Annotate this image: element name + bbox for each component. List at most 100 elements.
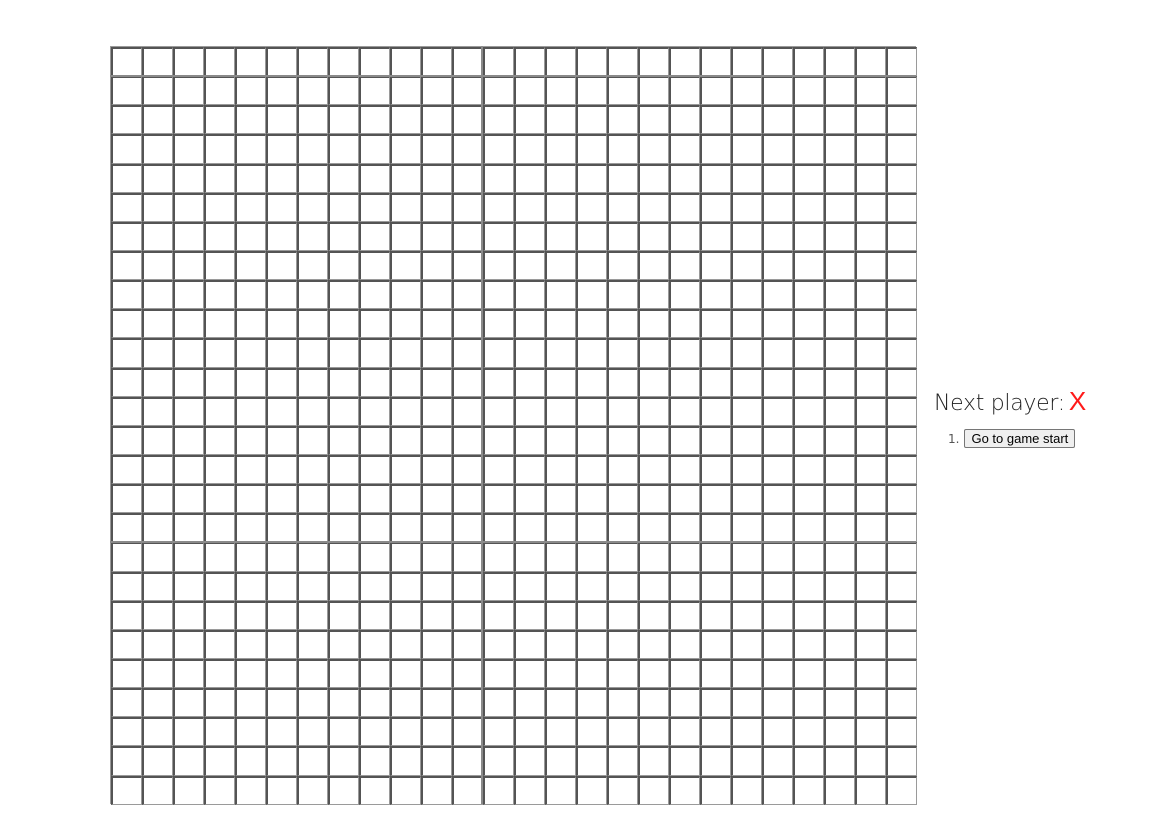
board-square[interactable]: [359, 221, 390, 251]
board-square[interactable]: [855, 309, 886, 339]
board-square[interactable]: [731, 338, 762, 368]
board-square[interactable]: [266, 47, 297, 77]
board-square[interactable]: [359, 717, 390, 747]
board-square[interactable]: [111, 309, 142, 339]
board-square[interactable]: [483, 47, 514, 77]
board-square[interactable]: [824, 717, 855, 747]
board-square[interactable]: [855, 367, 886, 397]
board-square[interactable]: [142, 717, 173, 747]
board-square[interactable]: [824, 338, 855, 368]
board-square[interactable]: [142, 746, 173, 776]
board-square[interactable]: [452, 134, 483, 164]
board-square[interactable]: [793, 280, 824, 310]
board-square[interactable]: [545, 338, 576, 368]
board-square[interactable]: [545, 280, 576, 310]
board-square[interactable]: [638, 192, 669, 222]
board-square[interactable]: [452, 309, 483, 339]
board-square[interactable]: [483, 454, 514, 485]
board-square[interactable]: [142, 367, 173, 397]
board-square[interactable]: [297, 280, 328, 310]
board-square[interactable]: [669, 542, 700, 572]
board-square[interactable]: [669, 717, 700, 747]
board-square[interactable]: [855, 484, 886, 514]
board-square[interactable]: [390, 600, 421, 630]
board-square[interactable]: [545, 746, 576, 776]
board-square[interactable]: [297, 629, 328, 659]
board-square[interactable]: [855, 542, 886, 572]
board-square[interactable]: [359, 746, 390, 776]
board-square[interactable]: [173, 280, 204, 310]
board-square[interactable]: [235, 717, 266, 747]
board-square[interactable]: [824, 484, 855, 514]
board-square[interactable]: [452, 338, 483, 368]
board-square[interactable]: [514, 688, 545, 718]
board-square[interactable]: [886, 338, 917, 368]
board-square[interactable]: [204, 688, 235, 718]
board-square[interactable]: [700, 338, 731, 368]
board-square[interactable]: [545, 658, 576, 689]
board-square[interactable]: [173, 571, 204, 601]
board-square[interactable]: [638, 600, 669, 630]
board-square[interactable]: [514, 367, 545, 397]
board-square[interactable]: [483, 746, 514, 776]
board-square[interactable]: [235, 658, 266, 689]
board-square[interactable]: [266, 134, 297, 164]
board-square[interactable]: [359, 163, 390, 193]
board-square[interactable]: [452, 367, 483, 397]
board-square[interactable]: [886, 105, 917, 135]
board-square[interactable]: [266, 76, 297, 106]
board-square[interactable]: [173, 396, 204, 426]
board-square[interactable]: [142, 571, 173, 601]
board-square[interactable]: [855, 396, 886, 426]
board-square[interactable]: [359, 338, 390, 368]
board-square[interactable]: [545, 163, 576, 193]
board-square[interactable]: [700, 542, 731, 572]
board-square[interactable]: [576, 775, 607, 805]
board-square[interactable]: [669, 163, 700, 193]
board-square[interactable]: [731, 454, 762, 485]
board-square[interactable]: [855, 338, 886, 368]
board-square[interactable]: [204, 746, 235, 776]
board-square[interactable]: [142, 76, 173, 106]
board-square[interactable]: [638, 658, 669, 689]
board-square[interactable]: [731, 280, 762, 310]
board-square[interactable]: [545, 221, 576, 251]
board-square[interactable]: [638, 746, 669, 776]
board-square[interactable]: [390, 746, 421, 776]
board-square[interactable]: [514, 76, 545, 106]
board-square[interactable]: [669, 338, 700, 368]
board-square[interactable]: [607, 454, 638, 485]
board-square[interactable]: [235, 600, 266, 630]
board-square[interactable]: [731, 163, 762, 193]
board-square[interactable]: [390, 47, 421, 77]
board-square[interactable]: [173, 658, 204, 689]
board-square[interactable]: [731, 484, 762, 514]
board-square[interactable]: [669, 280, 700, 310]
board-square[interactable]: [328, 746, 359, 776]
board-square[interactable]: [731, 76, 762, 106]
board-square[interactable]: [204, 629, 235, 659]
board-square[interactable]: [452, 571, 483, 601]
board-square[interactable]: [731, 367, 762, 397]
board-square[interactable]: [731, 629, 762, 659]
board-square[interactable]: [607, 105, 638, 135]
board-square[interactable]: [669, 134, 700, 164]
board-square[interactable]: [607, 688, 638, 718]
board-square[interactable]: [731, 47, 762, 77]
board-square[interactable]: [142, 192, 173, 222]
board-square[interactable]: [793, 688, 824, 718]
board-square[interactable]: [483, 484, 514, 514]
board-square[interactable]: [638, 775, 669, 805]
board-square[interactable]: [514, 221, 545, 251]
board-square[interactable]: [142, 105, 173, 135]
board-square[interactable]: [793, 192, 824, 222]
board-square[interactable]: [607, 280, 638, 310]
board-square[interactable]: [328, 309, 359, 339]
board-square[interactable]: [235, 367, 266, 397]
board-square[interactable]: [762, 47, 793, 77]
board-square[interactable]: [421, 571, 452, 601]
board-square[interactable]: [731, 775, 762, 805]
board-square[interactable]: [452, 513, 483, 543]
board-square[interactable]: [359, 76, 390, 106]
board-square[interactable]: [452, 717, 483, 747]
